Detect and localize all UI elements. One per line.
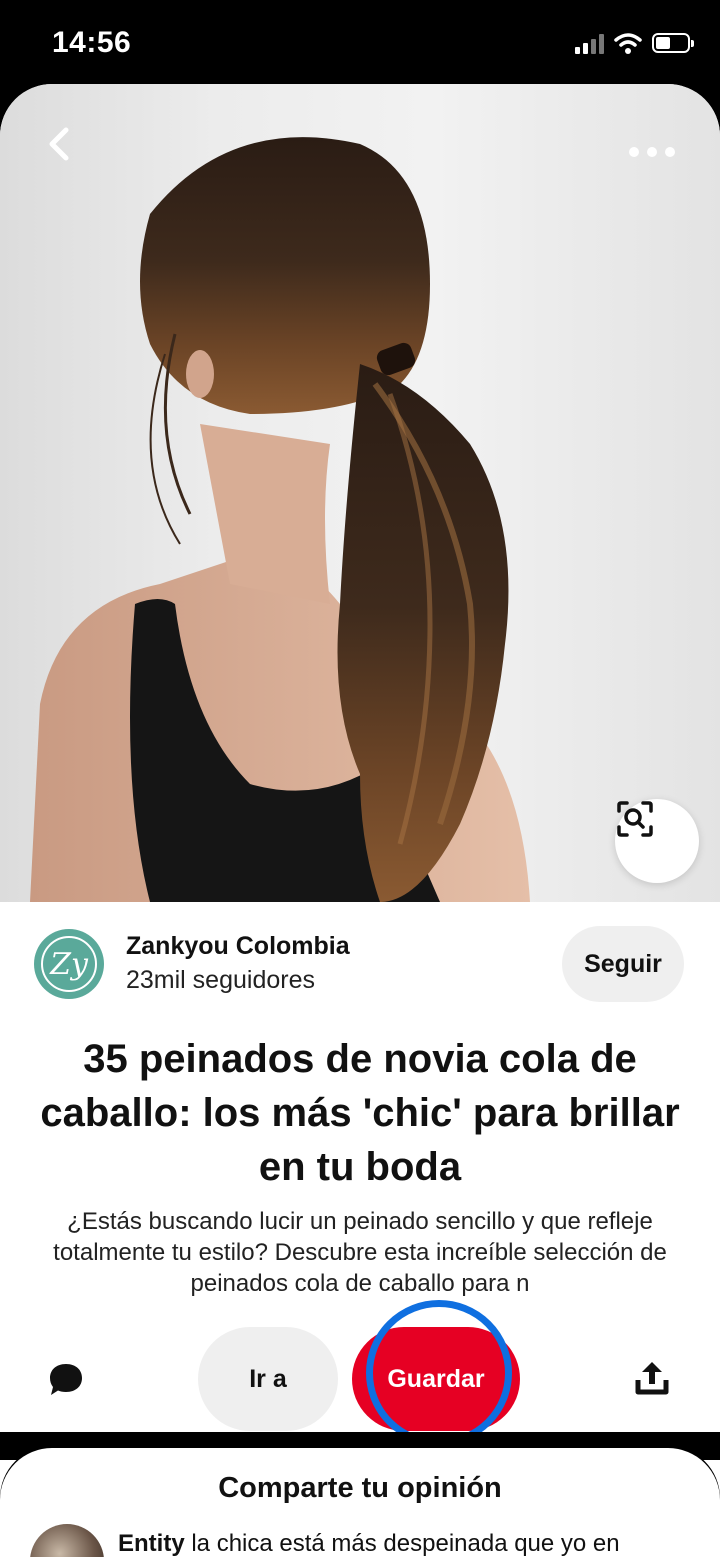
pin-description: ¿Estás buscando lucir un peinado sencill… (53, 1208, 667, 1297)
back-button[interactable] (36, 120, 84, 168)
creator-row: Zy Zankyou Colombia 23mil seguidores Seg… (0, 924, 720, 1014)
share-upload-icon (635, 1362, 669, 1395)
more-options-button[interactable] (624, 134, 680, 170)
comments-title: Comparte tu opinión (218, 1472, 502, 1504)
follow-button[interactable]: Seguir (562, 926, 684, 1002)
comment-button[interactable] (46, 1360, 86, 1400)
comment-text: Entity la chica está más despeinada que … (118, 1530, 620, 1557)
status-icons (575, 30, 694, 56)
save-button[interactable]: Guardar (352, 1327, 520, 1431)
status-time: 14:56 (52, 26, 132, 59)
visit-button[interactable]: Ir a (198, 1327, 338, 1431)
status-bar: 14:56 (0, 0, 720, 84)
battery-icon (652, 33, 694, 53)
visual-search-button[interactable] (615, 799, 699, 883)
comment-preview[interactable]: Entity la chica está más despeinada que … (30, 1524, 720, 1557)
creator-name[interactable]: Zankyou Colombia (126, 932, 350, 961)
visual-search-icon (617, 801, 653, 837)
pin-photo-illustration (30, 137, 530, 902)
action-bar: Ir a Guardar (0, 1300, 720, 1446)
creator-avatar[interactable]: Zy (34, 929, 104, 999)
pin-title: 35 peinados de novia cola de caballo: lo… (40, 1037, 680, 1189)
share-button[interactable] (632, 1358, 672, 1398)
creator-avatar-initials: Zy (41, 936, 97, 992)
pin-detail-sheet: Zy Zankyou Colombia 23mil seguidores Seg… (0, 84, 720, 1557)
comment-bubble-icon (50, 1364, 82, 1395)
wifi-icon (614, 33, 642, 54)
comment-avatar[interactable] (30, 1524, 104, 1557)
creator-followers: 23mil seguidores (126, 966, 315, 994)
comment-author[interactable]: Entity (118, 1530, 185, 1557)
comment-body: la chica está más despeinada que yo en (184, 1530, 620, 1557)
ellipsis-icon (629, 147, 675, 157)
signal-icon (575, 32, 604, 54)
chevron-left-icon (49, 127, 69, 161)
pin-image[interactable] (0, 84, 720, 902)
